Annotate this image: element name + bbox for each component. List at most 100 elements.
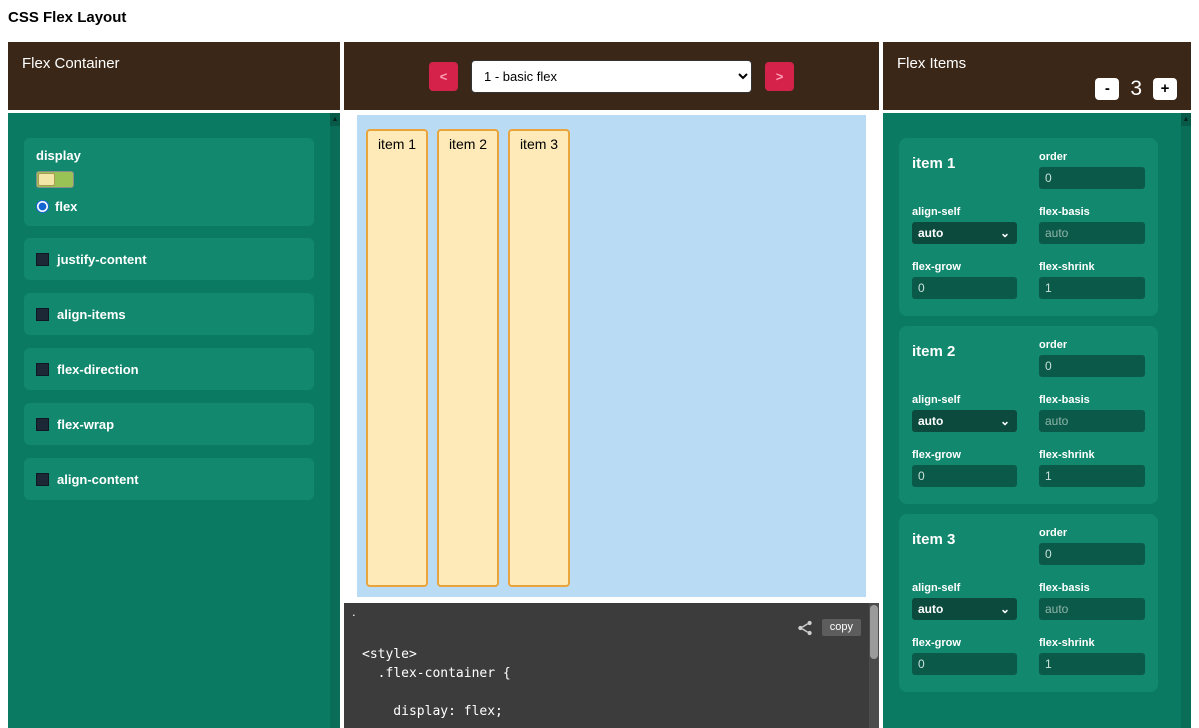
option-flex-direction[interactable]: flex-direction (24, 348, 314, 390)
code-scrollbar-thumb[interactable] (870, 605, 878, 659)
flex-container-body: display flex justify-content align-items… (8, 113, 340, 728)
order-field: order (1039, 339, 1145, 379)
order-input[interactable] (1039, 355, 1145, 377)
align-content-label: align-content (57, 472, 139, 487)
flex-grow-field: flex-grow (912, 261, 1017, 301)
flex-items-body: item 1 order align-self auto ⌄ flex-basi… (883, 113, 1191, 728)
order-input[interactable] (1039, 543, 1145, 565)
flex-items-title: Flex Items (897, 55, 966, 72)
justify-content-checkbox[interactable] (36, 253, 49, 266)
scroll-up-icon[interactable]: ▲ (330, 113, 340, 126)
order-input[interactable] (1039, 167, 1145, 189)
prev-preset-button[interactable]: < (429, 62, 458, 91)
flex-grow-field: flex-grow (912, 637, 1017, 677)
remove-item-button[interactable]: - (1095, 78, 1119, 100)
flex-grow-input[interactable] (912, 465, 1017, 487)
preset-select[interactable]: 1 - basic flex (471, 60, 752, 93)
item-card-title: item 3 (912, 531, 1017, 567)
item-card-2: item 2 order align-self auto ⌄ flex-basi… (899, 326, 1158, 504)
flex-basis-field: flex-basis (1039, 394, 1145, 434)
code-scrollbar[interactable] (869, 603, 879, 728)
display-label: display (36, 148, 302, 163)
scroll-up-icon[interactable]: ▲ (1181, 113, 1191, 126)
justify-content-label: justify-content (57, 252, 147, 267)
flex-shrink-field: flex-shrink (1039, 261, 1145, 301)
flex-item-2: item 2 (437, 129, 499, 587)
flex-grow-input[interactable] (912, 653, 1017, 675)
flex-basis-input[interactable] (1039, 598, 1145, 620)
add-item-button[interactable]: + (1153, 78, 1177, 100)
flex-basis-input[interactable] (1039, 222, 1145, 244)
copy-button[interactable]: copy (822, 619, 861, 636)
align-self-label: align-self (912, 206, 1017, 218)
option-align-content[interactable]: align-content (24, 458, 314, 500)
flex-grow-label: flex-grow (912, 261, 1017, 273)
code-toolbar: copy (797, 619, 861, 636)
code-line: <style> (362, 645, 511, 664)
display-toggle[interactable] (36, 171, 74, 188)
display-flex-option[interactable]: flex (36, 199, 302, 214)
flex-container-panel: Flex Container display flex justify-cont… (8, 42, 340, 728)
flex-basis-input[interactable] (1039, 410, 1145, 432)
align-self-select[interactable]: auto (912, 598, 1017, 620)
item-card-1: item 1 order align-self auto ⌄ flex-basi… (899, 138, 1158, 316)
align-self-field: align-self auto ⌄ (912, 394, 1017, 434)
align-self-select[interactable]: auto (912, 222, 1017, 244)
flex-item-1: item 1 (366, 129, 428, 587)
item-card-title: item 1 (912, 155, 1017, 191)
flex-direction-checkbox[interactable] (36, 363, 49, 376)
order-label: order (1039, 339, 1145, 351)
option-align-items[interactable]: align-items (24, 293, 314, 335)
flex-preview-area: item 1 item 2 item 3 (357, 115, 866, 597)
flex-shrink-input[interactable] (1039, 277, 1145, 299)
left-panel-scrollbar[interactable]: ▲ (330, 113, 340, 728)
code-block: <style> .flex-container { display: flex; (362, 645, 511, 721)
display-section[interactable]: display flex (24, 138, 314, 226)
flex-basis-field: flex-basis (1039, 206, 1145, 246)
flex-shrink-field: flex-shrink (1039, 637, 1145, 677)
flex-radio[interactable] (36, 200, 49, 213)
flex-radio-label: flex (55, 199, 77, 214)
order-label: order (1039, 527, 1145, 539)
align-items-checkbox[interactable] (36, 308, 49, 321)
flex-basis-label: flex-basis (1039, 206, 1145, 218)
align-content-checkbox[interactable] (36, 473, 49, 486)
item-card-3: item 3 order align-self auto ⌄ flex-basi… (899, 514, 1158, 692)
order-field: order (1039, 151, 1145, 191)
code-line: display: flex; (362, 702, 511, 721)
page-title: CSS Flex Layout (8, 9, 126, 26)
flex-basis-label: flex-basis (1039, 582, 1145, 594)
option-flex-wrap[interactable]: flex-wrap (24, 403, 314, 445)
code-dot: . (352, 604, 356, 619)
code-panel: . copy <style> .flex-container { display… (344, 603, 879, 728)
toggle-knob (38, 173, 55, 186)
share-icon[interactable] (797, 620, 813, 636)
preview-panel: < 1 - basic flex > item 1 item 2 item 3 … (344, 42, 879, 728)
order-label: order (1039, 151, 1145, 163)
flex-basis-label: flex-basis (1039, 394, 1145, 406)
flex-container-title: Flex Container (22, 55, 120, 72)
flex-item-3: item 3 (508, 129, 570, 587)
flex-shrink-field: flex-shrink (1039, 449, 1145, 489)
option-justify-content[interactable]: justify-content (24, 238, 314, 280)
flex-grow-input[interactable] (912, 277, 1017, 299)
item-count: 3 (1130, 77, 1142, 101)
flex-grow-label: flex-grow (912, 449, 1017, 461)
flex-wrap-label: flex-wrap (57, 417, 114, 432)
flex-wrap-checkbox[interactable] (36, 418, 49, 431)
flex-shrink-input[interactable] (1039, 653, 1145, 675)
flex-items-header: Flex Items - 3 + (883, 42, 1191, 110)
order-field: order (1039, 527, 1145, 567)
flex-direction-label: flex-direction (57, 362, 139, 377)
flex-grow-label: flex-grow (912, 637, 1017, 649)
flex-container-header: Flex Container (8, 42, 340, 110)
flex-shrink-label: flex-shrink (1039, 449, 1145, 461)
align-items-label: align-items (57, 307, 126, 322)
flex-items-panel: Flex Items - 3 + item 1 order align-self… (883, 42, 1191, 728)
align-self-select[interactable]: auto (912, 410, 1017, 432)
next-preset-button[interactable]: > (765, 62, 794, 91)
flex-shrink-input[interactable] (1039, 465, 1145, 487)
item-count-controls: - 3 + (1095, 77, 1177, 101)
align-self-field: align-self auto ⌄ (912, 582, 1017, 622)
right-panel-scrollbar[interactable]: ▲ (1181, 113, 1191, 728)
